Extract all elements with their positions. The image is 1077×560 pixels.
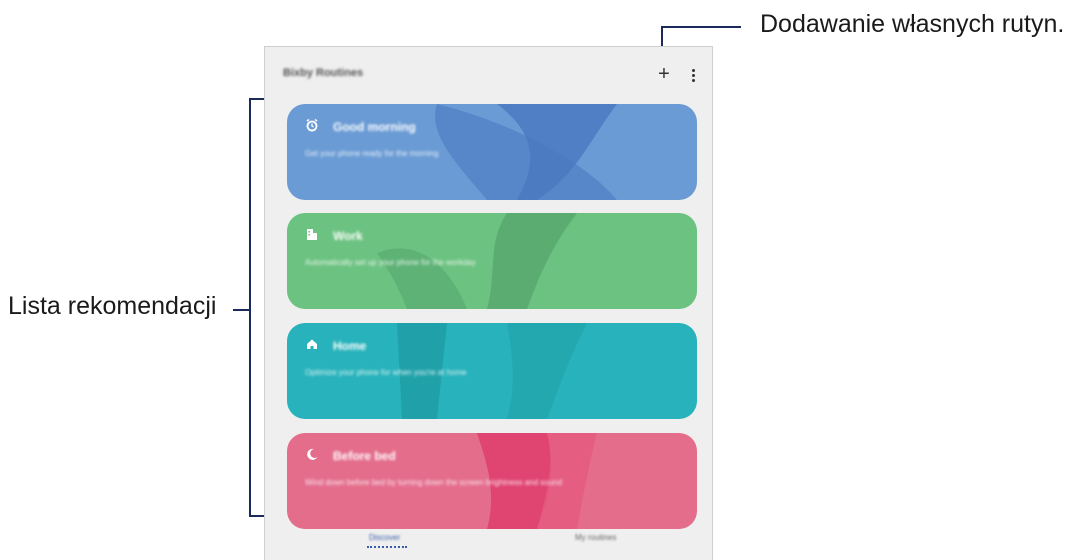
moon-icon bbox=[305, 447, 321, 463]
card-description: Optimize your phone for when you're at h… bbox=[305, 368, 467, 377]
card-description: Automatically set up your phone for the … bbox=[305, 258, 476, 267]
plus-icon[interactable]: + bbox=[654, 64, 674, 85]
card-description: Wind down before bed by turning down the… bbox=[305, 478, 563, 487]
app-title: Bixby Routines bbox=[283, 67, 364, 79]
routine-card-good-morning[interactable]: Good morning Get your phone ready for th… bbox=[287, 104, 697, 200]
card-title: Work bbox=[333, 229, 363, 243]
routine-card-work[interactable]: Work Automatically set up your phone for… bbox=[287, 213, 697, 309]
card-title: Home bbox=[333, 339, 367, 353]
card-description: Get your phone ready for the morning bbox=[305, 149, 439, 158]
bracket-vertical bbox=[249, 98, 251, 517]
recommendations-annotation: Lista rekomendacji bbox=[8, 292, 217, 320]
tab-discover-indicator bbox=[367, 546, 407, 548]
card-title: Before bed bbox=[333, 449, 396, 463]
routine-card-home[interactable]: Home Optimize your phone for when you're… bbox=[287, 323, 697, 419]
add-callout-line-horizontal bbox=[661, 26, 741, 28]
card-title: Good morning bbox=[333, 120, 416, 134]
tab-discover[interactable]: Discover bbox=[369, 533, 400, 542]
phone-screen: Bixby Routines + Good morning Get your p… bbox=[264, 46, 713, 560]
bracket-pointer bbox=[233, 309, 249, 311]
more-vertical-icon[interactable] bbox=[687, 65, 699, 85]
building-icon bbox=[305, 227, 321, 243]
alarm-icon bbox=[305, 118, 321, 134]
home-icon bbox=[305, 337, 321, 353]
add-routines-annotation: Dodawanie własnych rutyn. bbox=[760, 10, 1065, 38]
tab-my-routines[interactable]: My routines bbox=[575, 533, 616, 542]
routine-card-before-bed[interactable]: Before bed Wind down before bed by turni… bbox=[287, 433, 697, 529]
